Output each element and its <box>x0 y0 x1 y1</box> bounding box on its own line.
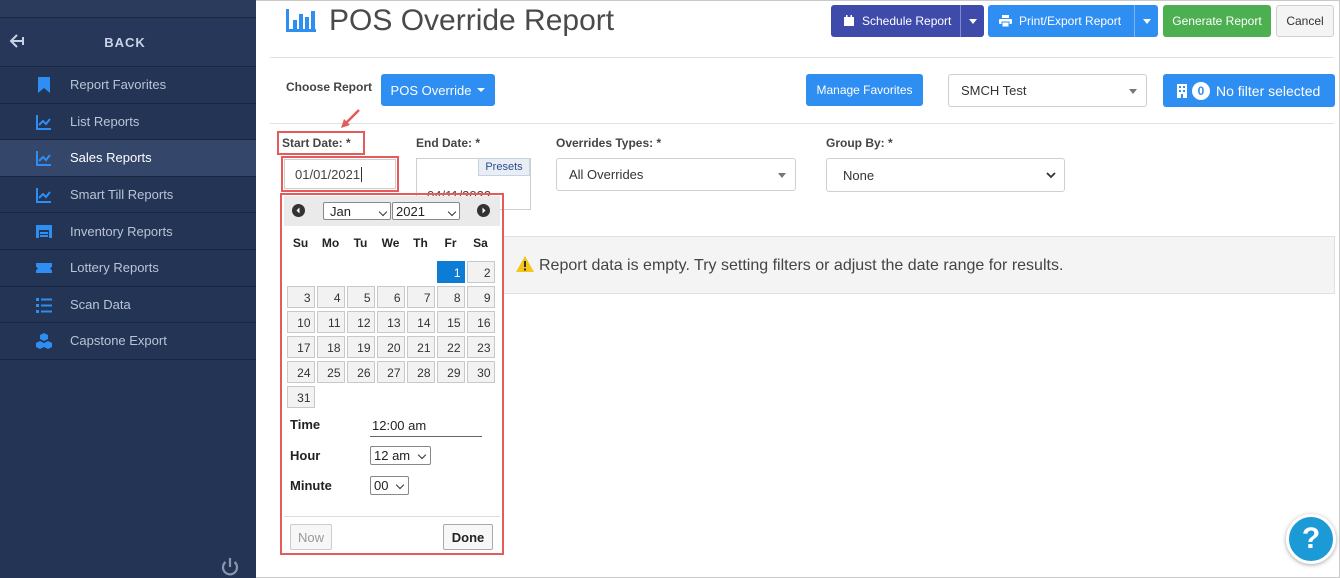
manage-favorites-button[interactable]: Manage Favorites <box>806 74 923 106</box>
print-icon <box>999 15 1012 27</box>
caret-down-icon <box>778 172 786 178</box>
sidebar-item-label: Inventory Reports <box>70 223 173 239</box>
group-by-value: None <box>843 167 875 183</box>
page-title: POS Override Report <box>329 4 615 37</box>
print-dropdown-toggle[interactable] <box>1134 5 1158 37</box>
chart-line-icon <box>36 114 51 130</box>
print-export-label: Print/Export Report <box>1019 14 1122 28</box>
generate-report-button[interactable]: Generate Report <box>1163 5 1271 37</box>
back-label: BACK <box>104 35 146 50</box>
sidebar-item-label: Report Favorites <box>70 77 167 93</box>
print-export-button[interactable]: Print/Export Report <box>988 5 1158 37</box>
end-date-label: End Date: * <box>416 136 481 150</box>
choose-report-label: Choose Report <box>286 80 373 94</box>
sidebar-menu: Report Favorites List Reports Sales Report… <box>0 67 256 360</box>
chart-line-icon <box>36 187 51 203</box>
filter-label: No filter selected <box>1216 82 1321 99</box>
sidebar-item-label: Capstone Export <box>70 333 167 349</box>
caret-down-icon <box>1142 18 1151 24</box>
warning-icon <box>516 256 534 272</box>
divider <box>270 123 1334 124</box>
overrides-types-select[interactable]: All Overrides <box>556 158 796 191</box>
filter-button[interactable]: 0 No filter selected <box>1163 74 1335 107</box>
sidebar-item-scan-data[interactable]: Scan Data <box>0 287 256 324</box>
overrides-types-value: All Overrides <box>569 167 644 182</box>
ticket-icon <box>36 262 52 273</box>
cubes-icon <box>36 333 52 350</box>
presets-button[interactable]: Presets <box>478 158 530 176</box>
power-icon[interactable] <box>219 556 241 578</box>
chevron-down-icon <box>1046 172 1056 179</box>
sidebar-item-capstone-export[interactable]: Capstone Export <box>0 323 256 360</box>
cancel-button[interactable]: Cancel <box>1276 5 1334 37</box>
building-icon <box>1177 83 1187 98</box>
caret-down-icon <box>1129 88 1137 94</box>
sidebar-item-label: Smart Till Reports <box>70 187 174 203</box>
group-by-select[interactable]: None <box>826 158 1065 192</box>
report-type-value: POS Override <box>390 82 472 98</box>
highlight-box-start-input <box>281 156 399 192</box>
caret-down-icon <box>968 18 977 24</box>
highlight-box-datepicker <box>280 193 504 555</box>
arrow-annotation-icon <box>341 109 360 128</box>
store-select[interactable]: SMCH Test <box>948 74 1147 107</box>
overrides-types-label: Overrides Types: * <box>556 136 662 150</box>
bar-chart-icon <box>286 9 316 32</box>
empty-message-text: Report data is empty. Try setting filter… <box>539 257 1064 274</box>
sidebar-item-label: Lottery Reports <box>70 260 159 276</box>
schedule-report-button[interactable]: Schedule Report <box>831 5 984 37</box>
sidebar-item-report-favorites[interactable]: Report Favorites <box>0 67 256 104</box>
sidebar-item-sales-reports[interactable]: Sales Reports <box>0 140 256 177</box>
sidebar-item-label: Sales Reports <box>70 150 152 166</box>
warehouse-icon <box>36 225 52 239</box>
list-icon <box>36 297 52 313</box>
sidebar-top-strip <box>0 0 256 18</box>
sidebar-item-inventory-reports[interactable]: Inventory Reports <box>0 213 256 250</box>
sidebar-item-label: Scan Data <box>70 296 131 312</box>
highlight-box-start-label <box>277 131 365 155</box>
divider <box>270 57 1334 58</box>
back-button[interactable]: BACK <box>0 18 256 67</box>
sidebar: BACK Report Favorites List Reports Sales R… <box>0 0 256 578</box>
sidebar-item-lottery-reports[interactable]: Lottery Reports <box>0 250 256 287</box>
calendar-icon <box>844 15 854 26</box>
sidebar-item-list-reports[interactable]: List Reports <box>0 104 256 141</box>
chart-line-icon <box>36 151 51 167</box>
sidebar-item-label: List Reports <box>70 113 140 129</box>
bookmark-icon <box>38 77 50 93</box>
store-value: SMCH Test <box>961 83 1027 98</box>
caret-down-icon <box>477 88 486 92</box>
sidebar-item-smart-till-reports[interactable]: Smart Till Reports <box>0 177 256 214</box>
schedule-report-label: Schedule Report <box>862 14 952 28</box>
filter-count-badge: 0 <box>1192 81 1210 100</box>
schedule-dropdown-toggle[interactable] <box>960 5 984 37</box>
report-type-dropdown[interactable]: POS Override <box>381 74 495 106</box>
group-by-label: Group By: * <box>826 136 893 150</box>
help-button[interactable]: ? <box>1286 514 1336 564</box>
